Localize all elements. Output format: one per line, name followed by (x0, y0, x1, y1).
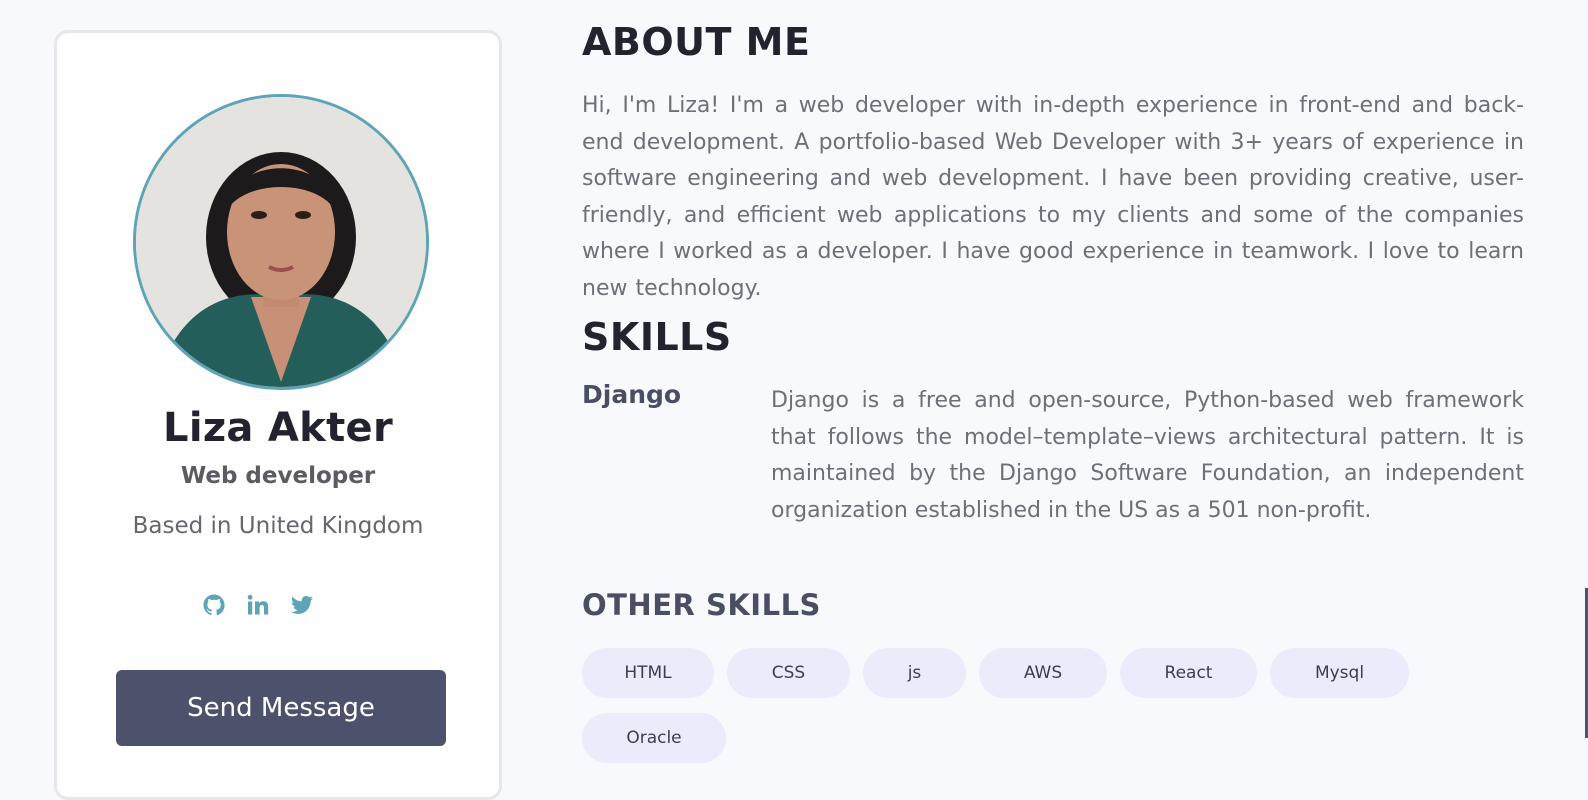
skill-description: Django is a free and open-source, Python… (771, 388, 1524, 523)
twitter-icon[interactable] (290, 593, 314, 617)
skill-tag[interactable]: React (1120, 648, 1257, 698)
skill-tags: HTML CSS js AWS React Mysql Oracle (582, 648, 1424, 763)
skill-tag[interactable]: CSS (727, 648, 850, 698)
other-skills-title: OTHER SKILLS (582, 588, 821, 622)
skill-tag[interactable]: Mysql (1270, 648, 1409, 698)
profile-name: Liza Akter (163, 405, 393, 451)
profile-card: Liza Akter Web developer Based in United… (54, 30, 502, 800)
github-icon[interactable] (202, 593, 226, 617)
linkedin-icon[interactable] (246, 593, 270, 617)
profile-photo (133, 94, 429, 390)
send-message-button[interactable]: Send Message (116, 670, 446, 746)
about-title: ABOUT ME (582, 20, 811, 64)
skill-name: Django (582, 380, 682, 409)
profile-role: Web developer (180, 463, 376, 489)
skill-tag[interactable]: js (863, 648, 966, 698)
profile-location: Based in United Kingdom (132, 513, 424, 539)
social-links (202, 593, 314, 617)
skill-tag[interactable]: Oracle (582, 713, 726, 763)
about-text: Hi, I'm Liza! I'm a web developer with i… (582, 93, 1524, 301)
skills-title: SKILLS (582, 315, 732, 359)
skill-tag[interactable]: HTML (582, 648, 714, 698)
skill-tag[interactable]: AWS (979, 648, 1107, 698)
